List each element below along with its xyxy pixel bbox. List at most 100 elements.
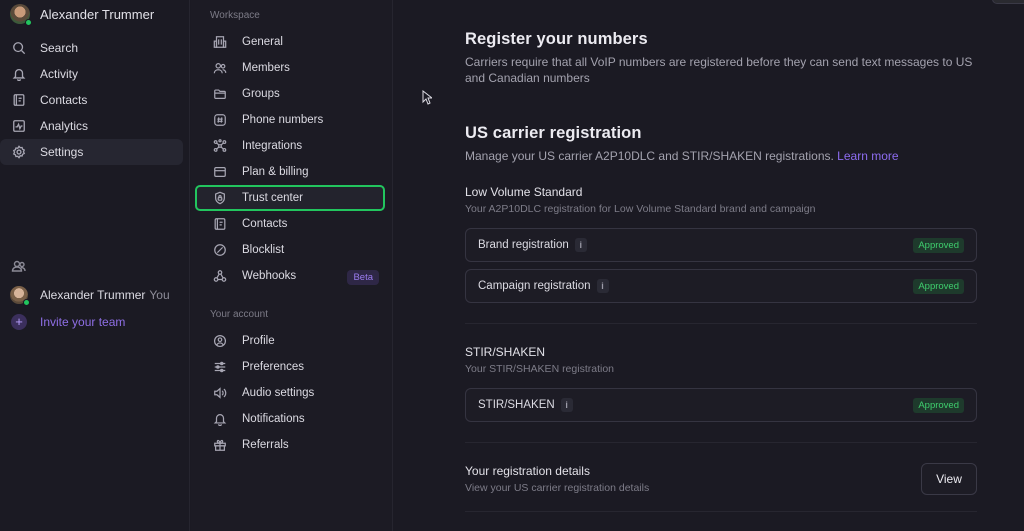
settings-item-profile[interactable]: Profile <box>195 328 385 354</box>
invite-team-button[interactable]: + Invite your team <box>0 311 183 333</box>
registration-details-row: Your registration details View your US c… <box>465 463 977 495</box>
brand-registration-row[interactable]: Brand registration i Approved <box>465 228 977 262</box>
section-divider <box>465 511 977 512</box>
settings-item-label: Profile <box>242 335 275 347</box>
credit-card-icon <box>213 165 227 179</box>
member-avatar <box>10 286 30 306</box>
sliders-icon <box>213 360 227 374</box>
settings-item-contacts[interactable]: Contacts <box>195 211 385 237</box>
beta-badge: Beta <box>347 270 379 285</box>
trust-center-content: Register your numbers Carriers require t… <box>465 30 977 512</box>
building-icon <box>213 35 227 49</box>
status-badge: Approved <box>913 237 964 253</box>
main-nav: Search Activity Contacts Analytics Setti… <box>0 35 183 165</box>
status-badge: Approved <box>913 278 964 294</box>
shield-lock-icon <box>213 191 227 205</box>
team-member-row[interactable]: Alexander Trummer You <box>0 284 183 306</box>
settings-item-label: Members <box>242 62 290 74</box>
settings-item-label: Audio settings <box>242 387 315 399</box>
users-icon <box>213 61 227 75</box>
bell-icon <box>12 67 26 81</box>
nav-item-label: Contacts <box>40 93 88 107</box>
integrations-icon <box>213 139 227 153</box>
search-icon <box>12 41 26 55</box>
user-circle-icon <box>213 334 227 348</box>
settings-item-label: Plan & billing <box>242 166 309 178</box>
us-carrier-title: US carrier registration <box>465 124 642 142</box>
nav-item-label: Analytics <box>40 119 89 133</box>
low-volume-title: Low Volume Standard <box>465 185 583 199</box>
campaign-registration-row[interactable]: Campaign registration i Approved <box>465 269 977 303</box>
settings-item-label: Notifications <box>242 413 305 425</box>
settings-item-webhooks[interactable]: Webhooks Beta <box>195 263 385 289</box>
member-name: Alexander Trummer <box>40 288 146 302</box>
online-status-dot <box>25 19 32 26</box>
registration-details-description: View your US carrier registration detail… <box>465 482 650 494</box>
view-button[interactable]: View <box>921 463 977 495</box>
workspace-section-label: Workspace <box>210 10 260 21</box>
settings-item-general[interactable]: General <box>195 29 385 55</box>
registration-details-text: Your registration details View your US c… <box>465 464 649 494</box>
registration-details-title: Your registration details <box>465 464 590 478</box>
team-icon[interactable] <box>11 258 27 274</box>
settings-item-label: Contacts <box>242 218 288 230</box>
settings-item-audio-settings[interactable]: Audio settings <box>195 380 385 406</box>
settings-item-label: Blocklist <box>242 244 285 256</box>
workspace-list: General Members Groups Phone numbers Int… <box>195 29 385 289</box>
contacts-book-icon <box>213 217 227 231</box>
bell-icon <box>213 412 227 426</box>
gift-icon <box>213 438 227 452</box>
settings-nav: Workspace General Members Groups Phone n… <box>191 0 393 531</box>
user-avatar <box>10 4 32 26</box>
account-list: Profile Preferences Audio settings Notif… <box>195 328 385 458</box>
settings-item-label: Phone numbers <box>242 114 324 126</box>
settings-item-notifications[interactable]: Notifications <box>195 406 385 432</box>
registration-label: Brand registration <box>478 239 569 251</box>
us-carrier-description-text: Manage your US carrier A2P10DLC and STIR… <box>465 149 834 163</box>
gear-icon <box>12 145 26 159</box>
app-sidebar: Alexander Trummer Search Activity Contac… <box>0 0 190 531</box>
settings-item-label: Referrals <box>242 439 289 451</box>
nav-item-label: Search <box>40 41 79 55</box>
info-icon[interactable]: i <box>596 279 609 293</box>
user-name: Alexander Trummer <box>40 6 155 22</box>
nav-item-analytics[interactable]: Analytics <box>0 113 183 139</box>
settings-item-trust-center[interactable]: Trust center <box>195 185 385 211</box>
stir-shaken-row[interactable]: STIR/SHAKEN i Approved <box>465 388 977 422</box>
settings-item-groups[interactable]: Groups <box>195 81 385 107</box>
info-icon[interactable]: i <box>574 238 587 252</box>
settings-item-label: Preferences <box>242 361 305 373</box>
nav-item-settings[interactable]: Settings <box>0 139 183 165</box>
analytics-icon <box>12 119 26 133</box>
settings-item-phone-numbers[interactable]: Phone numbers <box>195 107 385 133</box>
settings-item-referrals[interactable]: Referrals <box>195 432 385 458</box>
mouse-cursor-icon <box>422 90 432 105</box>
register-numbers-title: Register your numbers <box>465 30 648 48</box>
speaker-icon <box>213 386 227 400</box>
nav-item-label: Activity <box>40 67 79 81</box>
invite-label: Invite your team <box>40 315 126 329</box>
settings-item-label: General <box>242 36 283 48</box>
plus-icon: + <box>11 314 27 330</box>
main-content: Register your numbers Carriers require t… <box>394 0 1024 531</box>
contacts-book-icon <box>12 93 26 107</box>
online-status-dot <box>23 299 30 306</box>
corner-overlay <box>992 0 1024 4</box>
nav-item-label: Settings <box>40 145 84 159</box>
user-header[interactable]: Alexander Trummer <box>10 4 155 26</box>
settings-item-blocklist[interactable]: Blocklist <box>195 237 385 263</box>
settings-item-preferences[interactable]: Preferences <box>195 354 385 380</box>
settings-item-plan-billing[interactable]: Plan & billing <box>195 159 385 185</box>
settings-item-label: Groups <box>242 88 280 100</box>
learn-more-link[interactable]: Learn more <box>837 149 898 163</box>
section-divider <box>465 442 977 443</box>
info-icon[interactable]: i <box>560 398 573 412</box>
registration-label: Campaign registration <box>478 280 591 292</box>
settings-item-members[interactable]: Members <box>195 55 385 81</box>
nav-item-search[interactable]: Search <box>0 35 183 61</box>
nav-item-contacts[interactable]: Contacts <box>0 87 183 113</box>
account-section-label: Your account <box>210 309 269 320</box>
member-you-tag: You <box>149 288 170 302</box>
settings-item-integrations[interactable]: Integrations <box>195 133 385 159</box>
nav-item-activity[interactable]: Activity <box>0 61 183 87</box>
